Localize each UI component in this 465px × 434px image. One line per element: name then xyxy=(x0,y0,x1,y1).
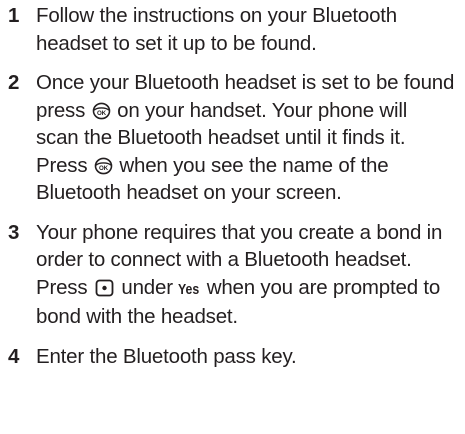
step-number: 3 xyxy=(8,220,20,244)
step-1: 1 Follow the instructions on your Blueto… xyxy=(8,2,455,57)
step-text: Follow the instructions on your Bluetoot… xyxy=(36,4,398,55)
center-select-key-icon xyxy=(95,279,114,296)
svg-text:OK: OK xyxy=(99,165,109,172)
step-number: 1 xyxy=(8,4,20,27)
ok-key-icon: OK xyxy=(92,102,110,119)
step-text: Your phone requires that you create a bo… xyxy=(36,219,455,331)
instruction-page: 1 Follow the instructions on your Blueto… xyxy=(0,0,465,434)
ok-key-icon: OK xyxy=(94,157,113,174)
softkey-yes-label: Yes xyxy=(178,280,200,298)
svg-text:OK: OK xyxy=(97,110,107,117)
step-text-part: when you see the name of the Bluetooth h… xyxy=(36,153,389,205)
step-number: 4 xyxy=(8,344,20,368)
step-text: Enter the Bluetooth pass key. xyxy=(36,344,297,368)
step-3: 3 Your phone requires that you create a … xyxy=(8,219,455,331)
step-number: 2 xyxy=(8,71,20,94)
step-2: 2 Once your Bluetooth headset is set to … xyxy=(8,69,455,207)
step-text: Once your Bluetooth headset is set to be… xyxy=(36,69,455,207)
step-4: 4 Enter the Bluetooth pass key. xyxy=(8,343,455,371)
step-text-part: under xyxy=(121,275,173,299)
